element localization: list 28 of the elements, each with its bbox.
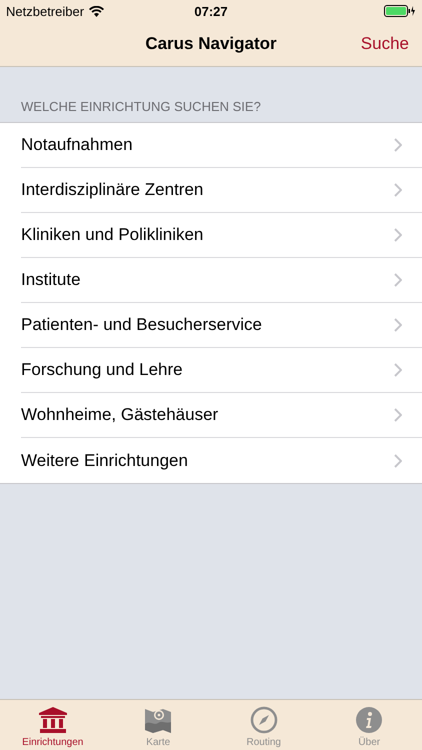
carrier-name: Netzbetreiber: [6, 4, 84, 18]
chevron-icon: [394, 273, 402, 287]
list-item[interactable]: Interdisziplinäre Zentren: [21, 180, 204, 200]
compass-icon: [250, 706, 278, 734]
section-header: WELCHE EINRICHTUNG SUCHEN SIE?: [20, 98, 262, 116]
info-icon: [355, 706, 384, 734]
search-link[interactable]: Suche: [360, 34, 409, 54]
building-icon: [38, 706, 68, 734]
tab[interactable]: Einrichtungen: [0, 700, 106, 750]
map-icon: [144, 706, 172, 734]
list-item[interactable]: Institute: [21, 270, 81, 290]
chevron-icon: [394, 454, 402, 468]
list-item[interactable]: Kliniken und Polikliniken: [21, 225, 204, 245]
chevron-icon: [394, 138, 402, 152]
list-item[interactable]: Patienten- und Besucherservice: [21, 315, 262, 335]
list-item[interactable]: Notaufnahmen: [21, 135, 133, 155]
nav-title: Carus Navigator: [145, 34, 277, 54]
wifi-icon: [89, 6, 104, 16]
list-item[interactable]: Wohnheime, Gästehäuser: [21, 405, 218, 425]
list-item[interactable]: Forschung und Lehre: [21, 360, 183, 380]
chevron-icon: [394, 363, 402, 377]
chevron-icon: [394, 408, 402, 422]
battery-icon: [384, 5, 416, 17]
status-time: 07:27: [194, 4, 228, 18]
chevron-icon: [394, 228, 402, 242]
list-item[interactable]: Weitere Einrichtungen: [21, 450, 188, 470]
chevron-icon: [394, 318, 402, 332]
chevron-icon: [394, 183, 402, 197]
